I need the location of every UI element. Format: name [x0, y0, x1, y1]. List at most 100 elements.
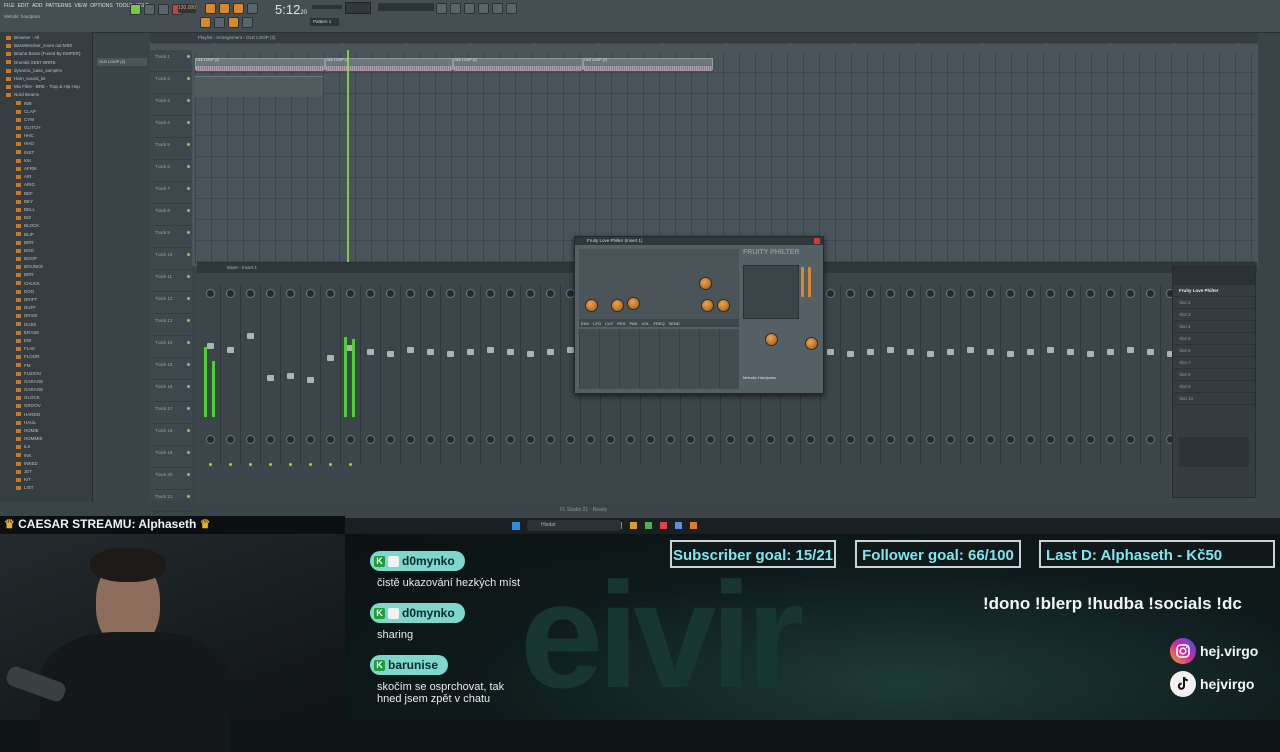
pan-knob[interactable]: [1106, 289, 1115, 298]
send-indicator[interactable]: [269, 463, 272, 466]
mixer-strip[interactable]: [901, 285, 921, 465]
stereo-knob[interactable]: [286, 435, 295, 444]
pan-knob[interactable]: [506, 289, 515, 298]
mixer-strip[interactable]: [1141, 285, 1161, 465]
stereo-knob[interactable]: [706, 435, 715, 444]
browser-item[interactable]: dynamic_bass_samples: [6, 67, 92, 75]
browser-item[interactable]: BassWrecker_zoom out MIDI: [6, 42, 92, 50]
volume-fader[interactable]: [947, 349, 954, 355]
stereo-knob[interactable]: [246, 435, 255, 444]
loop-record-toggle[interactable]: [247, 3, 258, 14]
track-mute-led[interactable]: [187, 363, 190, 366]
stereo-knob[interactable]: [766, 435, 775, 444]
browser-item[interactable]: Drumkit XE57 BRRS: [6, 59, 92, 67]
track-header[interactable]: Track 11: [150, 270, 192, 292]
stereo-knob[interactable]: [446, 435, 455, 444]
track-mute-led[interactable]: [187, 275, 190, 278]
volume-fader[interactable]: [567, 347, 574, 353]
stereo-knob[interactable]: [786, 435, 795, 444]
browser-item[interactable]: CYM: [6, 116, 92, 124]
volume-fader[interactable]: [967, 347, 974, 353]
track-mute-led[interactable]: [187, 473, 190, 476]
pattern-selector[interactable]: Pattern 1: [310, 18, 339, 26]
resonance-knob[interactable]: [611, 299, 624, 312]
stereo-knob[interactable]: [366, 435, 375, 444]
pan-knob[interactable]: [846, 289, 855, 298]
stereo-knob[interactable]: [646, 435, 655, 444]
track-header[interactable]: Track 9: [150, 226, 192, 248]
stereo-knob[interactable]: [586, 435, 595, 444]
fx-slot[interactable]: Slot 6: [1173, 345, 1255, 357]
volume-fader[interactable]: [387, 351, 394, 357]
piano-roll-shortcut[interactable]: [450, 3, 461, 14]
mixer-strip[interactable]: [1101, 285, 1121, 465]
audio-clip[interactable]: OLE LOOP (2): [195, 58, 325, 71]
clip-source-label[interactable]: OLE LOOP (2): [97, 58, 147, 66]
pan-knob[interactable]: [966, 289, 975, 298]
countdown-toggle[interactable]: [233, 3, 244, 14]
volume-fader[interactable]: [907, 349, 914, 355]
playlist-grid[interactable]: OLE LOOP (2) OLE LOOP (2) OLE LOOP (2) O…: [195, 52, 1255, 264]
mixer-strip[interactable]: [501, 285, 521, 465]
track-header[interactable]: Track 4: [150, 116, 192, 138]
stereo-knob[interactable]: [1086, 435, 1095, 444]
stereo-knob[interactable]: [346, 435, 355, 444]
pan-knob[interactable]: [446, 289, 455, 298]
stereo-knob[interactable]: [926, 435, 935, 444]
track-header[interactable]: Track 10: [150, 248, 192, 270]
tab-env[interactable]: ENV: [579, 319, 591, 327]
browser-item[interactable]: ILK: [6, 443, 92, 451]
mixer-strip[interactable]: [521, 285, 541, 465]
track-mute-led[interactable]: [187, 187, 190, 190]
stereo-knob[interactable]: [1026, 435, 1035, 444]
pan-knob[interactable]: [1006, 289, 1015, 298]
pan-knob[interactable]: [346, 289, 355, 298]
stereo-knob[interactable]: [666, 435, 675, 444]
stereo-knob[interactable]: [746, 435, 755, 444]
pan-knob[interactable]: [486, 289, 495, 298]
pan-knob[interactable]: [906, 289, 915, 298]
menu-add[interactable]: ADD: [32, 3, 43, 9]
volume-fader[interactable]: [1067, 349, 1074, 355]
browser-item[interactable]: Harn_sound_kit: [6, 75, 92, 83]
menu-options[interactable]: OPTIONS: [90, 3, 113, 9]
mixer-strip[interactable]: [221, 285, 241, 466]
mixer-strip[interactable]: [861, 285, 881, 465]
track-mute-led[interactable]: [187, 99, 190, 102]
volume-fader[interactable]: [1047, 347, 1054, 353]
eq-panel[interactable]: [1179, 437, 1249, 467]
fx-slot[interactable]: Slot 4: [1173, 321, 1255, 333]
browser-item[interactable]: 808: [6, 100, 92, 108]
track-header[interactable]: Track 19: [150, 446, 192, 468]
mixer-strip[interactable]: [981, 285, 1001, 465]
pan-knob[interactable]: [1026, 289, 1035, 298]
pan-knob[interactable]: [1046, 289, 1055, 298]
browser-item[interactable]: GLOCK: [6, 394, 92, 402]
slip-tool[interactable]: [228, 17, 239, 28]
stereo-knob[interactable]: [886, 435, 895, 444]
browser-item[interactable]: BOD: [6, 247, 92, 255]
pan-knob[interactable]: [946, 289, 955, 298]
track-mute-led[interactable]: [187, 121, 190, 124]
stereo-knob[interactable]: [486, 435, 495, 444]
track-header[interactable]: Track 6: [150, 160, 192, 182]
browser-item[interactable]: Browser - All: [6, 34, 92, 42]
mixer-strip[interactable]: [1021, 285, 1041, 465]
browser-item[interactable]: AIR: [6, 173, 92, 181]
volume-fader[interactable]: [267, 375, 274, 381]
paint-tool[interactable]: [214, 17, 225, 28]
plugin-title[interactable]: Fruity Love Philter (Insert 1): [575, 237, 823, 245]
mixer-strip[interactable]: [441, 285, 461, 465]
plugin-db-shortcut[interactable]: [506, 3, 517, 14]
stereo-knob[interactable]: [426, 435, 435, 444]
stereo-knob[interactable]: [626, 435, 635, 444]
pan-knob[interactable]: [1066, 289, 1075, 298]
volume-fader[interactable]: [1087, 351, 1094, 357]
browser-item[interactable]: HHO: [6, 140, 92, 148]
volume-fader[interactable]: [487, 347, 494, 353]
tab-lfo[interactable]: LFO: [591, 319, 603, 327]
mixer-strip[interactable]: [1001, 285, 1021, 465]
pan-knob[interactable]: [1126, 289, 1135, 298]
volume-fader[interactable]: [547, 349, 554, 355]
track-header[interactable]: Track 14: [150, 336, 192, 358]
